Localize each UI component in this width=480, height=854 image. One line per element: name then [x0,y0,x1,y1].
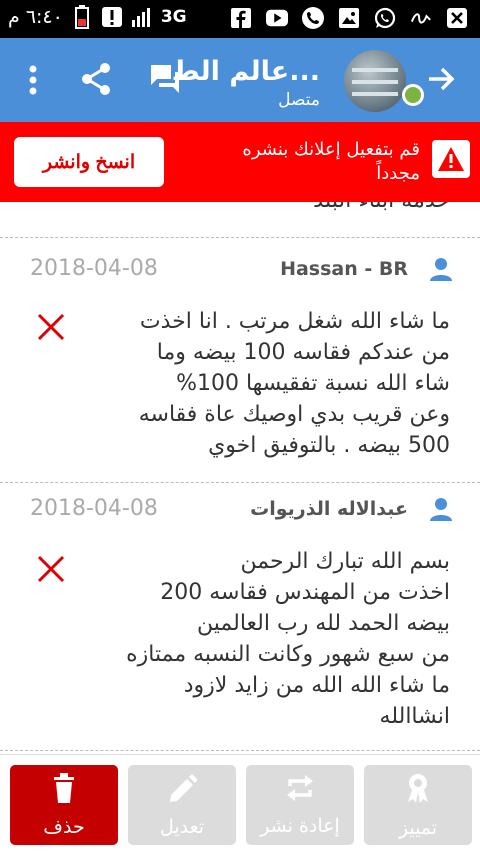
bottom-action-bar: حذف تعديل إعادة نشر تمييز [0,754,480,854]
share-icon[interactable] [80,62,112,100]
user-icon [428,256,454,286]
ink-icon [410,7,432,29]
edit-label: تعديل [159,815,205,838]
warning-icon [432,140,470,178]
review-text: ما شاء الله شغل مرتب . انا اخذت من عندكم… [138,309,450,458]
repeat-icon [285,774,315,807]
reactivate-alert: قم بتفعيل إعلانك بنشره مجدداً انسخ وانشر [0,122,480,202]
avatar[interactable] [344,50,406,112]
divider [0,750,480,751]
more-options-icon[interactable] [26,64,40,100]
reviewer-name: عبدالاله الذريوات [250,498,408,520]
copy-publish-button[interactable]: انسخ وانشر [14,137,164,187]
republish-button[interactable]: إعادة نشر [246,765,354,845]
divider [0,237,480,238]
status-left: ٦:٤٠ م 3G [8,5,187,29]
review-text: بسم الله تبارك الرحمن اخذت من المهندس فق… [126,549,450,729]
review-header: 2018-04-08 Hassan - BR [0,256,480,296]
gallery-icon [338,7,360,29]
edit-button[interactable]: تعديل [128,765,236,845]
app-bar: عالم الط... متصل [0,38,480,122]
signal-icon [131,6,153,28]
facebook-icon [230,7,252,29]
trash-icon [52,772,76,808]
reviewer-name: Hassan - BR [280,258,408,280]
alert-message: قم بتفعيل إعلانك بنشره مجدداً [242,139,420,184]
phone-icon [302,7,324,29]
online-status: متصل [278,90,320,110]
battery-icon [71,5,93,29]
review-date: 2018-04-08 [30,496,158,521]
status-right [230,7,468,29]
youtube-icon [266,7,288,29]
reviews-feed[interactable]: خدمة ابناء البلد 2018-04-08 Hassan - BR … [0,202,480,754]
status-time: ٦:٤٠ م [8,6,63,28]
feature-label: تمييز [398,816,438,839]
delete-review-icon[interactable] [36,312,66,342]
delete-button[interactable]: حذف [10,765,118,845]
review-header: 2018-04-08 عبدالاله الذريوات [0,496,480,536]
award-icon [404,772,432,809]
delete-review-icon[interactable] [36,554,66,584]
close-box-icon [446,7,468,29]
feature-button[interactable]: تمييز [364,765,472,845]
previous-review-fragment: خدمة ابناء البلد [313,202,450,213]
user-icon [428,496,454,526]
back-arrow-icon[interactable] [426,64,456,98]
status-bar: ٦:٤٠ م 3G [0,0,480,38]
network-type: 3G [160,7,187,27]
review-date: 2018-04-08 [30,256,158,281]
divider [0,482,480,483]
online-indicator [402,84,424,106]
republish-label: إعادة نشر [260,814,340,837]
page-title: عالم الط... [171,56,320,87]
delete-label: حذف [43,815,85,838]
alert-icon [101,6,123,28]
whatsapp-icon [374,7,396,29]
pencil-icon [167,773,198,808]
